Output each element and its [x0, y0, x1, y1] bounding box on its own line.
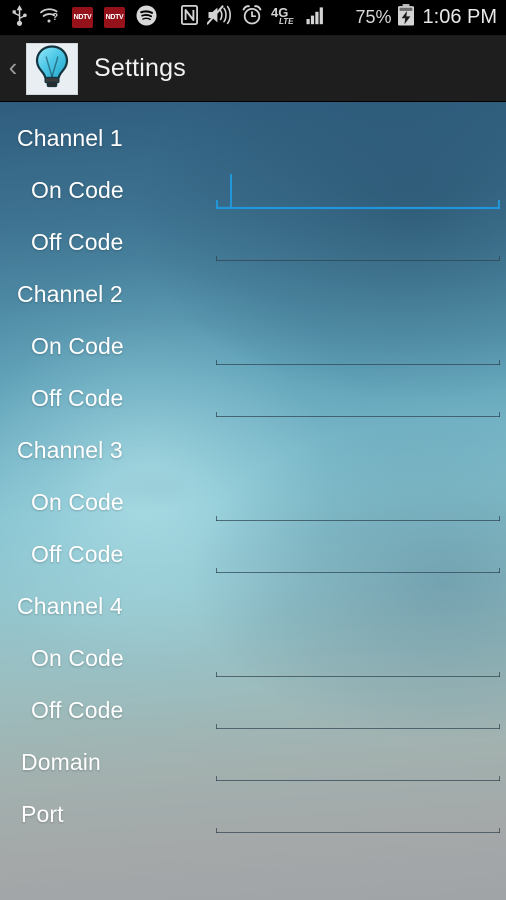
- svg-text:?: ?: [52, 12, 58, 23]
- settings-row: On Code: [0, 320, 506, 372]
- text-input[interactable]: [224, 800, 492, 830]
- text-input[interactable]: [224, 332, 492, 362]
- phone-screen: ? NDTV NDTV 4G LTE 75% 1:06 PM ‹ Setting…: [0, 0, 506, 900]
- app-icon-button[interactable]: [26, 42, 78, 95]
- text-field[interactable]: [216, 639, 500, 677]
- battery-percent-label: 75%: [355, 7, 392, 27]
- field-underline: [216, 412, 500, 417]
- channel-group-label: Channel 2: [17, 280, 123, 307]
- channel-group-label: Channel 1: [17, 124, 123, 151]
- text-cursor: [230, 174, 232, 207]
- usb-icon: [11, 4, 28, 31]
- text-field[interactable]: [216, 795, 500, 833]
- field-label: On Code: [31, 176, 124, 203]
- field-label: Port: [21, 800, 64, 827]
- field-label: On Code: [31, 332, 124, 359]
- field-underline: [216, 360, 500, 365]
- light-bulb-icon: [32, 44, 72, 93]
- signal-bars-icon: [306, 5, 326, 30]
- text-field[interactable]: [216, 171, 500, 209]
- text-input[interactable]: [224, 644, 492, 674]
- channel-group-header: Channel 1: [0, 112, 506, 164]
- nfc-icon: [180, 4, 198, 30]
- network-4g-lte-icon: 4G LTE: [271, 5, 297, 30]
- text-field[interactable]: [216, 691, 500, 729]
- text-field[interactable]: [216, 379, 500, 417]
- field-label: Domain: [21, 748, 101, 775]
- field-underline: [216, 672, 500, 677]
- field-underline: [216, 828, 500, 833]
- channel-group-header: Channel 2: [0, 268, 506, 320]
- text-input[interactable]: [224, 696, 492, 726]
- settings-row: Off Code: [0, 372, 506, 424]
- field-label: On Code: [31, 488, 124, 515]
- text-input[interactable]: [224, 384, 492, 414]
- settings-row: Off Code: [0, 684, 506, 736]
- channel-group-header: Channel 3: [0, 424, 506, 476]
- channel-group-header: Channel 4: [0, 580, 506, 632]
- back-button[interactable]: ‹: [0, 54, 26, 83]
- text-field[interactable]: [216, 223, 500, 261]
- field-label: Off Code: [31, 228, 124, 255]
- svg-text:LTE: LTE: [279, 17, 294, 25]
- page-title: Settings: [94, 54, 186, 82]
- field-underline: [216, 568, 500, 573]
- status-bar-system-icons: 4G LTE: [157, 4, 355, 30]
- settings-row: Domain: [0, 736, 506, 788]
- text-input[interactable]: [224, 488, 492, 518]
- ndtv-notification-icon-2: NDTV: [104, 7, 125, 28]
- status-bar-right-cluster: 75% 1:06 PM: [355, 4, 506, 31]
- text-field[interactable]: [216, 535, 500, 573]
- field-underline: [216, 776, 500, 781]
- ndtv-notification-icon-1: NDTV: [72, 7, 93, 28]
- field-label: Off Code: [31, 696, 124, 723]
- field-underline: [216, 724, 500, 729]
- status-bar: ? NDTV NDTV 4G LTE 75% 1:06 PM: [0, 0, 506, 36]
- settings-row: Off Code: [0, 216, 506, 268]
- text-field[interactable]: [216, 743, 500, 781]
- wifi-question-icon: ?: [39, 6, 61, 29]
- text-input[interactable]: [224, 228, 492, 258]
- channel-group-label: Channel 4: [17, 592, 123, 619]
- settings-form: Channel 1 On Code Off Code Channel 2 On Code…: [0, 102, 506, 900]
- channel-group-label: Channel 3: [17, 436, 123, 463]
- settings-row: On Code: [0, 632, 506, 684]
- settings-content: Channel 1 On Code Off Code Channel 2 On Code…: [0, 102, 506, 900]
- field-underline: [216, 256, 500, 261]
- field-label: Off Code: [31, 540, 124, 567]
- text-field[interactable]: [216, 483, 500, 521]
- action-bar: ‹ Settings: [0, 36, 506, 102]
- battery-charging-icon: [397, 4, 415, 31]
- settings-row: Port: [0, 788, 506, 840]
- alarm-clock-icon: [242, 5, 262, 30]
- spotify-icon: [136, 5, 157, 31]
- text-field[interactable]: [216, 327, 500, 365]
- settings-row: Off Code: [0, 528, 506, 580]
- text-input[interactable]: [224, 540, 492, 570]
- text-input[interactable]: [224, 176, 492, 206]
- field-label: Off Code: [31, 384, 124, 411]
- settings-row: On Code: [0, 476, 506, 528]
- field-label: On Code: [31, 644, 124, 671]
- field-underline: [216, 516, 500, 521]
- settings-row: On Code: [0, 164, 506, 216]
- volume-mute-icon: [206, 5, 233, 30]
- text-input[interactable]: [224, 748, 492, 778]
- status-bar-notification-icons: ? NDTV NDTV: [0, 4, 157, 31]
- field-underline: [216, 200, 500, 209]
- status-bar-clock: 1:06 PM: [422, 6, 497, 28]
